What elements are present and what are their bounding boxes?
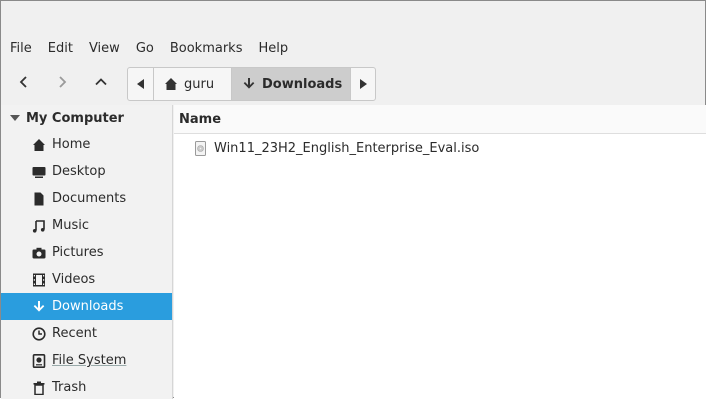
triangle-right-icon	[360, 79, 367, 89]
sidebar-item-pictures[interactable]: Pictures	[1, 239, 172, 266]
chevron-right-icon	[59, 76, 67, 88]
sidebar-item-home[interactable]: Home	[1, 131, 172, 158]
path-segment-downloads[interactable]: Downloads	[232, 68, 350, 100]
sidebar-item-label: File System	[52, 353, 127, 368]
menu-file[interactable]: File	[10, 41, 32, 56]
desktop-icon	[32, 166, 46, 178]
document-icon	[34, 192, 44, 205]
file-list-view: Name Win11_23H2_English_Enterprise_Eval.…	[174, 105, 706, 399]
column-header-name[interactable]: Name	[174, 105, 706, 134]
sidebar-item-label: Documents	[52, 191, 127, 206]
sidebar-item-label: Pictures	[52, 245, 104, 260]
sidebar-item-label: Recent	[52, 326, 97, 341]
back-button[interactable]	[9, 67, 39, 97]
path-segment-label: guru	[184, 76, 215, 92]
path-bar: guru Downloads	[127, 67, 376, 101]
sidebar-item-recent[interactable]: Recent	[1, 320, 172, 347]
sidebar-item-trash[interactable]: Trash	[1, 374, 172, 401]
sidebar-item-label: Trash	[52, 380, 87, 395]
triangle-left-icon	[136, 79, 144, 89]
menu-bookmarks[interactable]: Bookmarks	[170, 41, 243, 56]
sidebar-item-documents[interactable]: Documents	[1, 185, 172, 212]
sidebar-item-label: Videos	[52, 272, 96, 287]
sidebar-item-label: Downloads	[52, 299, 124, 314]
sidebar-section-my-computer[interactable]: My Computer	[1, 105, 172, 131]
menu-view[interactable]: View	[89, 41, 120, 56]
column-header-label: Name	[179, 111, 222, 127]
home-icon	[165, 78, 177, 90]
up-button[interactable]	[86, 67, 116, 97]
path-scroll-right-button[interactable]	[350, 68, 375, 100]
sidebar-item-videos[interactable]: Videos	[1, 266, 172, 293]
drive-icon	[32, 353, 46, 368]
download-icon	[243, 78, 255, 89]
path-scroll-left-button[interactable]	[128, 68, 154, 100]
music-icon	[32, 219, 45, 233]
chevron-up-icon	[95, 78, 107, 86]
file-manager-window: File Edit View Go Bookmarks Help guru Do…	[0, 0, 706, 399]
toolbar: guru Downloads	[1, 65, 705, 101]
sidebar-item-file-system[interactable]: File System	[1, 347, 172, 374]
sidebar-section-label: My Computer	[26, 110, 124, 126]
sidebar-item-music[interactable]: Music	[1, 212, 172, 239]
film-icon	[33, 273, 45, 286]
sidebar-item-label: Home	[52, 137, 91, 152]
download-icon	[33, 300, 45, 312]
forward-button[interactable]	[47, 67, 77, 97]
menu-go[interactable]: Go	[136, 41, 154, 56]
home-icon	[33, 138, 45, 151]
triangle-down-icon	[10, 115, 20, 121]
menu-bar: File Edit View Go Bookmarks Help	[1, 37, 705, 59]
sidebar: My Computer Home Desktop Documents Music…	[1, 105, 173, 399]
sidebar-item-downloads[interactable]: Downloads	[1, 293, 172, 320]
disc-image-icon	[195, 140, 206, 156]
trash-icon	[33, 381, 45, 395]
sidebar-item-desktop[interactable]: Desktop	[1, 158, 172, 185]
menu-help[interactable]: Help	[258, 41, 288, 56]
path-segment-label: Downloads	[262, 76, 343, 92]
file-row[interactable]: Win11_23H2_English_Enterprise_Eval.iso	[174, 135, 706, 161]
file-name: Win11_23H2_English_Enterprise_Eval.iso	[214, 140, 480, 156]
sidebar-item-label: Music	[52, 218, 89, 233]
sidebar-item-label: Desktop	[52, 164, 106, 179]
path-segment-home[interactable]: guru	[154, 68, 232, 100]
menu-edit[interactable]: Edit	[48, 41, 73, 56]
clock-icon	[32, 326, 46, 341]
camera-icon	[32, 247, 46, 258]
chevron-left-icon	[19, 76, 27, 88]
